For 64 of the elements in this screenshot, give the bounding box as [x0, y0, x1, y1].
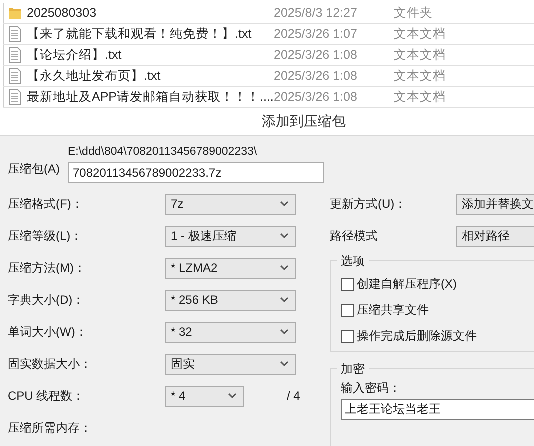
field-label: 压缩方法(M)： [8, 260, 87, 277]
field-label: 压缩格式(F)： [8, 196, 84, 213]
text-file-icon [8, 68, 22, 84]
text-file-icon [8, 47, 22, 63]
field-label: CPU 线程数： [8, 388, 86, 405]
file-date: 2025/3/26 1:08 [274, 88, 358, 106]
file-date: 2025/3/26 1:08 [274, 68, 358, 85]
checkbox-label: 操作完成后删除源文件 [357, 328, 477, 345]
dropdown[interactable]: * LZMA2 [165, 258, 296, 278]
field-label: 压缩包(A) [8, 161, 61, 178]
file-name: 最新地址及APP请发邮箱自动获取！！！.... [27, 88, 274, 106]
checkbox[interactable] [341, 278, 354, 290]
archive-path: E:\ddd\804\70820113456789002233\ [68, 145, 258, 160]
text-file-icon [8, 89, 22, 105]
file-type: 文本文档 [394, 88, 446, 106]
file-row[interactable]: 2025080303 2025/8/3 12:27 文件夹 [3, 3, 534, 24]
dropdown[interactable]: 7z [165, 194, 296, 214]
file-row[interactable]: 【论坛介绍】.txt 2025/3/26 1:08 文本文档 [3, 45, 534, 66]
checkbox-label: 创建自解压程序(X) [357, 276, 457, 293]
chevron-icon [280, 297, 289, 303]
dropdown[interactable]: 1 - 极速压缩 [165, 226, 296, 246]
chevron-icon [280, 361, 289, 367]
chevron-icon [280, 201, 289, 207]
folder-icon [8, 5, 22, 21]
dropdown[interactable]: * 4 [165, 386, 244, 406]
field-label: 固实数据大小： [8, 356, 93, 373]
file-date: 2025/8/3 12:27 [274, 4, 358, 22]
field-label: 更新方式(U)： [330, 196, 408, 213]
checkbox[interactable] [341, 304, 354, 316]
file-type: 文本文档 [394, 26, 446, 43]
file-name: 2025080303 [27, 4, 98, 22]
dropdown[interactable]: 相对路径 [456, 226, 534, 246]
thread-count-total: / 4 [287, 388, 300, 405]
file-row[interactable]: 【永久地址发布页】.txt 2025/3/26 1:08 文本文档 [3, 66, 534, 87]
field-label: 压缩所需内存： [8, 420, 93, 437]
chevron-icon [280, 233, 289, 239]
dropdown[interactable]: * 256 KB [165, 290, 296, 310]
file-type: 文本文档 [394, 68, 446, 85]
file-type: 文件夹 [394, 4, 433, 22]
checkbox-label: 压缩共享文件 [357, 302, 429, 319]
field-label: 单词大小(W)： [8, 324, 88, 341]
chevron-icon [228, 393, 237, 399]
chevron-icon [280, 265, 289, 271]
field-label: 路径模式 [330, 228, 379, 245]
file-type: 文本文档 [394, 46, 446, 64]
file-row[interactable]: 【来了就能下载和观看！纯免费！】.txt 2025/3/26 1:07 文本文档 [3, 24, 534, 45]
dialog-title: 添加到压缩包 [262, 112, 346, 131]
file-name: 【论坛介绍】.txt [27, 46, 123, 64]
text-file-icon [8, 26, 22, 42]
file-date: 2025/3/26 1:08 [274, 46, 358, 64]
file-name: 【来了就能下载和观看！纯免费！】.txt [27, 26, 253, 43]
file-name: 【永久地址发布页】.txt [27, 68, 162, 85]
field-label: 字典大小(D)： [8, 292, 86, 309]
chevron-icon [280, 329, 289, 335]
dropdown[interactable]: 添加并替换文 [456, 194, 534, 214]
field-label: 压缩等级(L)： [8, 228, 84, 245]
password-field[interactable]: 上老王论坛当老王 [341, 399, 534, 420]
archive-name-field[interactable]: 70820113456789002233.7z [68, 162, 324, 183]
dropdown[interactable]: * 32 [165, 322, 296, 342]
dropdown[interactable]: 固实 [165, 354, 296, 374]
field-label: 输入密码： [341, 380, 402, 397]
checkbox[interactable] [341, 330, 354, 342]
group-title: 选项 [337, 252, 369, 270]
file-date: 2025/3/26 1:07 [274, 26, 358, 43]
